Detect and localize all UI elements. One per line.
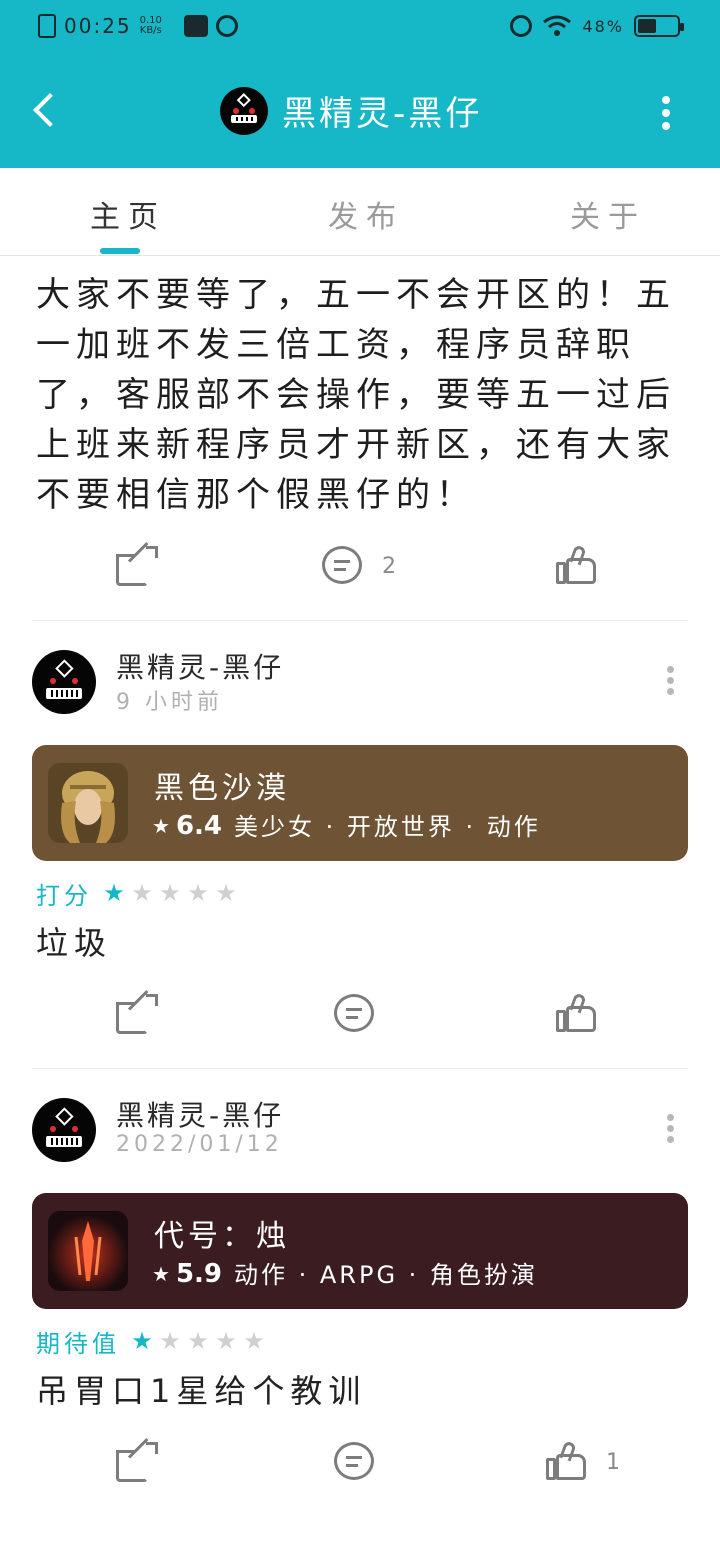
sync-icon xyxy=(215,15,238,37)
battery-percent: 48% xyxy=(582,16,624,36)
comment-icon xyxy=(322,546,364,586)
sim-icon xyxy=(38,14,56,38)
battery-icon xyxy=(634,15,684,37)
game-score: ★ 6.4 xyxy=(152,811,222,841)
timestamp: 9 小时前 xyxy=(116,690,223,715)
share-button[interactable] xyxy=(116,542,158,586)
share-button[interactable] xyxy=(116,1438,158,1482)
game-card[interactable]: 黑色沙漠 ★ 6.4 美少女 · 开放世界 · 动作 xyxy=(32,745,688,861)
avatar[interactable] xyxy=(220,86,268,135)
share-button[interactable] xyxy=(116,990,158,1034)
game-card[interactable]: 代号：烛 ★ 5.9 动作 · ARPG · 角色扮演 xyxy=(32,1193,688,1309)
like-icon xyxy=(546,1440,588,1482)
game-score: ★ 5.9 xyxy=(152,1259,222,1289)
star-icon: ★ xyxy=(159,879,181,907)
like-icon xyxy=(556,992,598,1034)
battery-fill xyxy=(638,19,656,33)
review-user-row: 黑精灵-黑仔 9 小时前 xyxy=(32,646,688,718)
share-icon xyxy=(116,542,158,586)
game-tags: 动作 · ARPG · 角色扮演 xyxy=(234,1261,538,1289)
star-icon: ★ xyxy=(131,1327,153,1355)
rating-row: 期待值 ★ ★ ★ ★ ★ xyxy=(36,1326,268,1358)
tab-bar: 主页 发布 关于 xyxy=(0,168,720,256)
post-actions: 2 xyxy=(0,542,720,596)
rating-label: 期待值 xyxy=(36,1329,120,1358)
status-time: 00:25 xyxy=(64,14,132,38)
review-text: 垃圾 xyxy=(36,924,113,962)
game-cover-image xyxy=(48,763,128,843)
star-rating: ★ ★ ★ ★ ★ xyxy=(128,1327,268,1355)
review-actions: 1 xyxy=(0,1438,720,1492)
share-icon xyxy=(116,990,158,1034)
more-vertical-icon[interactable] xyxy=(656,96,676,130)
avatar[interactable] xyxy=(32,1098,96,1162)
comment-button[interactable] xyxy=(334,1442,394,1482)
user-name[interactable]: 黑精灵-黑仔 xyxy=(116,1094,284,1134)
star-icon: ★ xyxy=(215,879,237,907)
like-count: 1 xyxy=(606,1449,620,1475)
tab-publish[interactable]: 发布 xyxy=(328,192,404,236)
status-bar: 00:25 0.10 KB/s 48% xyxy=(0,0,720,56)
star-icon: ★ xyxy=(103,879,125,907)
like-button[interactable] xyxy=(556,544,616,586)
like-button[interactable]: 1 xyxy=(546,1440,620,1482)
comment-count: 2 xyxy=(382,553,396,579)
timestamp: 2022/01/12 xyxy=(116,1132,283,1157)
more-vertical-icon[interactable] xyxy=(666,666,676,696)
net-speed: 0.10 KB/s xyxy=(139,15,162,36)
header-title: 黑精灵-黑仔 xyxy=(220,86,482,135)
comment-icon xyxy=(334,1442,376,1482)
share-icon xyxy=(116,1438,158,1482)
game-cover-image xyxy=(48,1211,128,1291)
divider xyxy=(32,620,688,621)
comment-button[interactable] xyxy=(334,994,394,1034)
rating-label: 打分 xyxy=(36,881,92,910)
review-user-row: 黑精灵-黑仔 2022/01/12 xyxy=(32,1094,688,1166)
star-icon: ★ xyxy=(243,1327,265,1355)
like-button[interactable] xyxy=(556,992,616,1034)
tab-home[interactable]: 主页 xyxy=(90,192,166,236)
star-icon: ★ xyxy=(187,1327,209,1355)
star-icon: ★ xyxy=(215,1327,237,1355)
alarm-icon xyxy=(510,15,533,37)
message-app-icon xyxy=(183,15,208,37)
star-icon: ★ xyxy=(187,879,209,907)
like-icon xyxy=(556,544,598,586)
game-tags: 美少女 · 开放世界 · 动作 xyxy=(234,813,541,841)
comment-icon xyxy=(334,994,376,1034)
tab-about[interactable]: 关于 xyxy=(570,192,646,236)
review-text: 吊胃口1星给个教训 xyxy=(36,1372,367,1410)
rating-row: 打分 ★ ★ ★ ★ ★ xyxy=(36,878,240,910)
star-rating: ★ ★ ★ ★ ★ xyxy=(100,879,240,907)
star-icon: ★ xyxy=(152,814,170,838)
more-vertical-icon[interactable] xyxy=(666,1114,676,1144)
wifi-icon xyxy=(543,15,572,36)
star-icon: ★ xyxy=(152,1262,170,1286)
user-name[interactable]: 黑精灵-黑仔 xyxy=(116,646,284,686)
app-header: 00:25 0.10 KB/s 48% 黑精灵-黑仔 xyxy=(0,0,720,168)
game-name: 黑色沙漠 xyxy=(154,771,290,806)
divider xyxy=(32,1068,688,1069)
star-icon: ★ xyxy=(159,1327,181,1355)
tab-indicator xyxy=(100,248,140,254)
star-icon: ★ xyxy=(131,879,153,907)
comment-button[interactable]: 2 xyxy=(322,546,396,586)
post-text: 大家不要等了，五一不会开区的！五一加班不发三倍工资，程序员辞职了，客服部不会操作… xyxy=(36,275,676,515)
page-title: 黑精灵-黑仔 xyxy=(282,94,483,134)
avatar[interactable] xyxy=(32,650,96,714)
back-button[interactable] xyxy=(30,92,64,132)
game-name: 代号：烛 xyxy=(154,1219,290,1254)
review-actions xyxy=(0,990,720,1044)
